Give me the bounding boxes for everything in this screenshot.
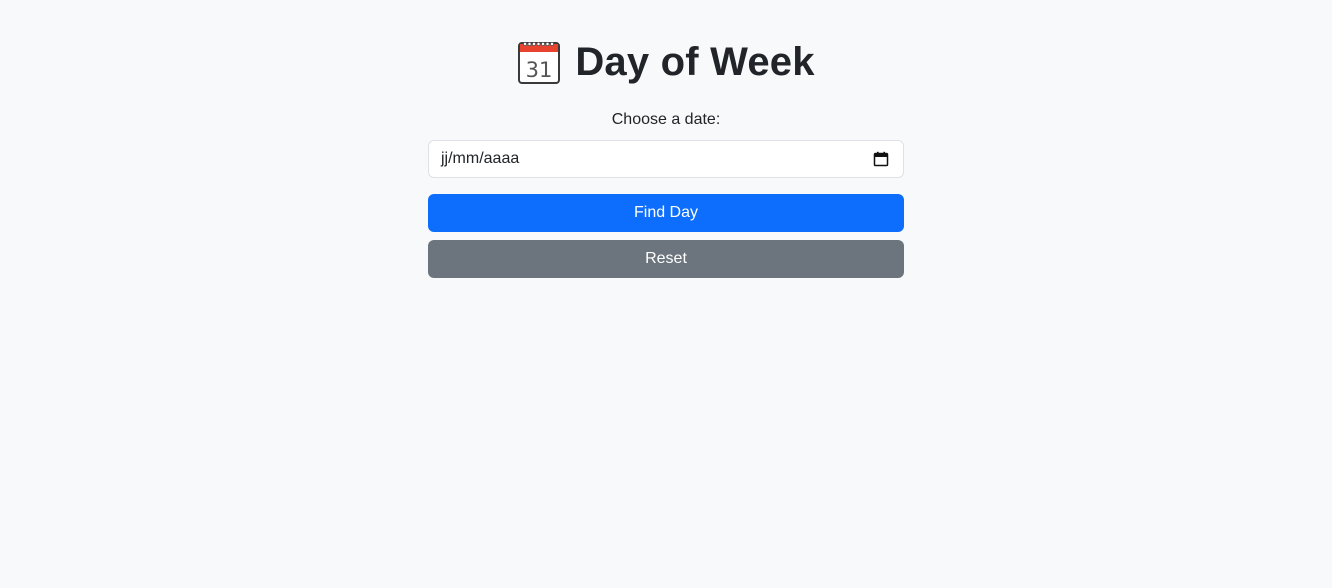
find-day-button[interactable]: Find Day <box>428 194 904 232</box>
reset-button[interactable]: Reset <box>428 240 904 278</box>
date-input[interactable]: jj/mm/aaaa <box>428 140 904 178</box>
calendar-picker-icon[interactable] <box>873 151 889 167</box>
svg-text:31: 31 <box>526 58 553 82</box>
calendar-icon: 31 <box>517 39 561 85</box>
date-label: Choose a date: <box>611 111 721 128</box>
app-container: 31 Day of Week Choose a date: jj/mm/aaaa… <box>428 0 904 278</box>
header: 31 Day of Week <box>428 37 904 87</box>
page-title: Day of Week <box>575 40 815 84</box>
date-placeholder: jj/mm/aaaa <box>441 150 520 167</box>
